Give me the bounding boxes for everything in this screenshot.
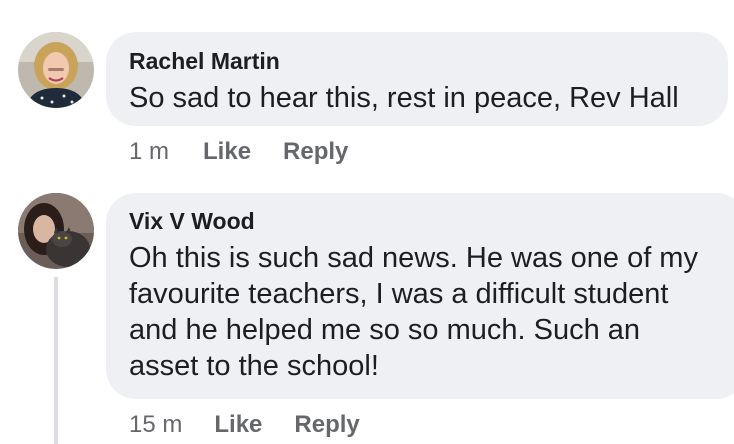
avatar[interactable] [18,193,94,269]
reply-button[interactable]: Reply [283,138,348,166]
comment-timestamp[interactable]: 1 m [129,138,169,166]
comment-text-line: Oh this is such sad news. He was one of … [129,242,698,274]
profile-photo-icon [18,193,94,269]
comment-author[interactable]: Rachel Martin [129,48,280,75]
comment-actions: 1 m Like Reply [129,138,348,166]
comment-text-line: asset to the school! [129,350,379,382]
comment-timestamp[interactable]: 15 m [129,411,182,439]
like-button[interactable]: Like [203,138,251,166]
comment-text: Oh this is such sad news. He was one of … [129,240,698,384]
comment-text-line: and he helped me so so much. Such an [129,314,641,346]
profile-photo-icon [18,32,94,108]
reply-button[interactable]: Reply [294,411,359,439]
like-button[interactable]: Like [214,411,262,439]
reply-thread-line [54,277,58,444]
comment-actions: 15 m Like Reply [129,411,360,439]
avatar[interactable] [18,32,94,108]
comment-author[interactable]: Vix V Wood [129,208,255,235]
comment-text: So sad to hear this, rest in peace, Rev … [129,82,679,114]
comment-text-line: favourite teachers, I was a difficult st… [129,278,669,310]
